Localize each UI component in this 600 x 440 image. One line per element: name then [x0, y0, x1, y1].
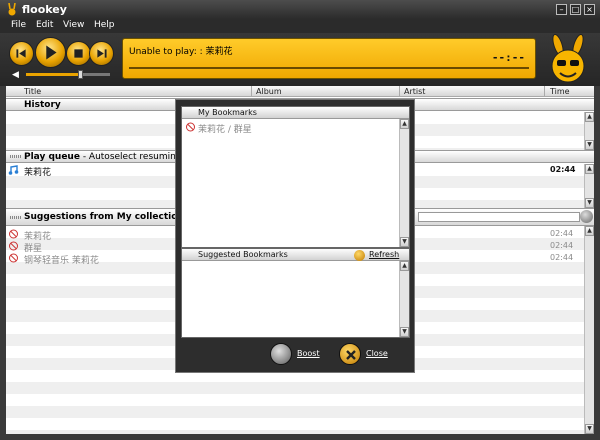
next-icon — [97, 49, 107, 58]
grip-handle[interactable] — [10, 216, 22, 219]
suggested-scrollbar[interactable]: ▲ ▼ — [399, 261, 409, 337]
track-time: 02:44 — [550, 165, 576, 174]
my-bookmarks-header: My Bookmarks — [182, 107, 409, 119]
app-title: flookey — [22, 3, 67, 16]
flookey-logo-icon — [8, 3, 16, 16]
time-readout: --:-- — [491, 51, 525, 64]
list-item[interactable]: 茉莉花 / 群星 — [182, 121, 399, 135]
column-artist[interactable]: Artist — [404, 87, 425, 96]
menu-help[interactable]: Help — [94, 20, 115, 30]
seek-bar[interactable] — [129, 67, 529, 69]
scroll-up-icon[interactable]: ▲ — [585, 164, 594, 174]
suggestions-scrollbar[interactable]: ▲ ▼ — [584, 226, 594, 434]
status-prefix: Unable to play: : — [129, 47, 206, 57]
scroll-down-icon[interactable]: ▼ — [585, 424, 594, 434]
bookmarks-dialog: My Bookmarks 茉莉花 / 群星 ▲ ▼ Suggested Book… — [175, 99, 415, 373]
suggested-bookmarks-header: Suggested Bookmarks Refresh — [182, 249, 409, 261]
rabbit-mascot-icon — [551, 33, 585, 83]
volume-slider-handle[interactable] — [78, 70, 84, 79]
menu-file[interactable]: File — [11, 20, 26, 30]
track-time: 02:44 — [550, 241, 574, 250]
scroll-down-icon[interactable]: ▼ — [400, 327, 409, 337]
grip-handle[interactable] — [10, 155, 22, 158]
volume-slider-fill — [26, 73, 82, 76]
title-bar: flookey – □ × — [0, 0, 600, 19]
play-icon — [46, 45, 57, 60]
suggested-bookmarks-pane: Suggested Bookmarks Refresh ▲ ▼ — [181, 248, 410, 338]
scroll-down-icon[interactable]: ▼ — [585, 198, 594, 208]
column-header-row: Title Album Artist Time — [6, 86, 594, 97]
close-label: Close — [366, 349, 388, 358]
column-album[interactable]: Album — [256, 87, 282, 96]
suggestions-label: Suggestions from My collection — [24, 212, 184, 222]
history-scrollbar[interactable]: ▲ ▼ — [584, 112, 594, 150]
play-button[interactable] — [35, 37, 66, 68]
status-text: Unable to play: : 茉莉花 — [129, 44, 233, 57]
scroll-up-icon[interactable]: ▲ — [400, 261, 409, 271]
blocked-note-icon — [9, 229, 18, 239]
column-title[interactable]: Title — [24, 87, 41, 96]
scroll-down-icon[interactable]: ▼ — [585, 140, 594, 150]
stop-button[interactable] — [66, 41, 91, 66]
track-title: 钢琴轻音乐 茉莉花 — [24, 256, 99, 266]
suggested-bookmarks-label: Suggested Bookmarks — [198, 250, 288, 259]
refresh-label: Refresh — [369, 250, 400, 259]
boost-icon — [270, 343, 292, 365]
track-title: 茉莉花 — [24, 168, 52, 178]
play-queue-scrollbar[interactable]: ▲ ▼ — [584, 164, 594, 208]
scroll-up-icon[interactable]: ▲ — [585, 112, 594, 122]
bookmark-title: 茉莉花 / 群星 — [198, 125, 252, 135]
track-time: 02:44 — [550, 229, 574, 238]
refresh-icon — [354, 250, 365, 261]
close-window-button[interactable]: × — [584, 4, 595, 15]
stop-icon — [74, 49, 83, 58]
player-panel: ◀ Unable to play: : 茉莉花 --:-- — [0, 33, 600, 86]
my-bookmarks-label: My Bookmarks — [198, 108, 257, 117]
next-button[interactable] — [89, 41, 114, 66]
track-time: 02:44 — [550, 253, 574, 262]
scroll-up-icon[interactable]: ▲ — [585, 226, 594, 236]
search-icon[interactable] — [580, 210, 593, 223]
now-playing-display: Unable to play: : 茉莉花 --:-- — [122, 38, 536, 79]
bookmarks-scrollbar[interactable]: ▲ ▼ — [399, 119, 409, 247]
blocked-note-icon — [9, 253, 18, 263]
minimize-button[interactable]: – — [556, 4, 567, 15]
close-icon — [339, 343, 361, 365]
column-time[interactable]: Time — [550, 87, 570, 96]
status-track: 茉莉花 — [205, 47, 233, 57]
menu-bar: File Edit View Help — [0, 19, 600, 33]
blocked-note-icon — [9, 241, 18, 251]
my-bookmarks-pane: My Bookmarks 茉莉花 / 群星 ▲ ▼ — [181, 106, 410, 248]
music-note-icon — [8, 165, 19, 175]
history-label: History — [24, 100, 61, 110]
play-queue-label: Play queue — [24, 152, 80, 162]
menu-edit[interactable]: Edit — [36, 20, 53, 30]
menu-view[interactable]: View — [63, 20, 84, 30]
previous-button[interactable] — [9, 41, 34, 66]
maximize-button[interactable]: □ — [570, 4, 581, 15]
scroll-up-icon[interactable]: ▲ — [400, 119, 409, 129]
search-input[interactable] — [418, 212, 580, 222]
scroll-down-icon[interactable]: ▼ — [400, 237, 409, 247]
volume-icon: ◀ — [12, 70, 19, 80]
previous-icon — [16, 49, 26, 58]
boost-label: Boost — [297, 349, 320, 358]
blocked-note-icon — [186, 122, 195, 132]
